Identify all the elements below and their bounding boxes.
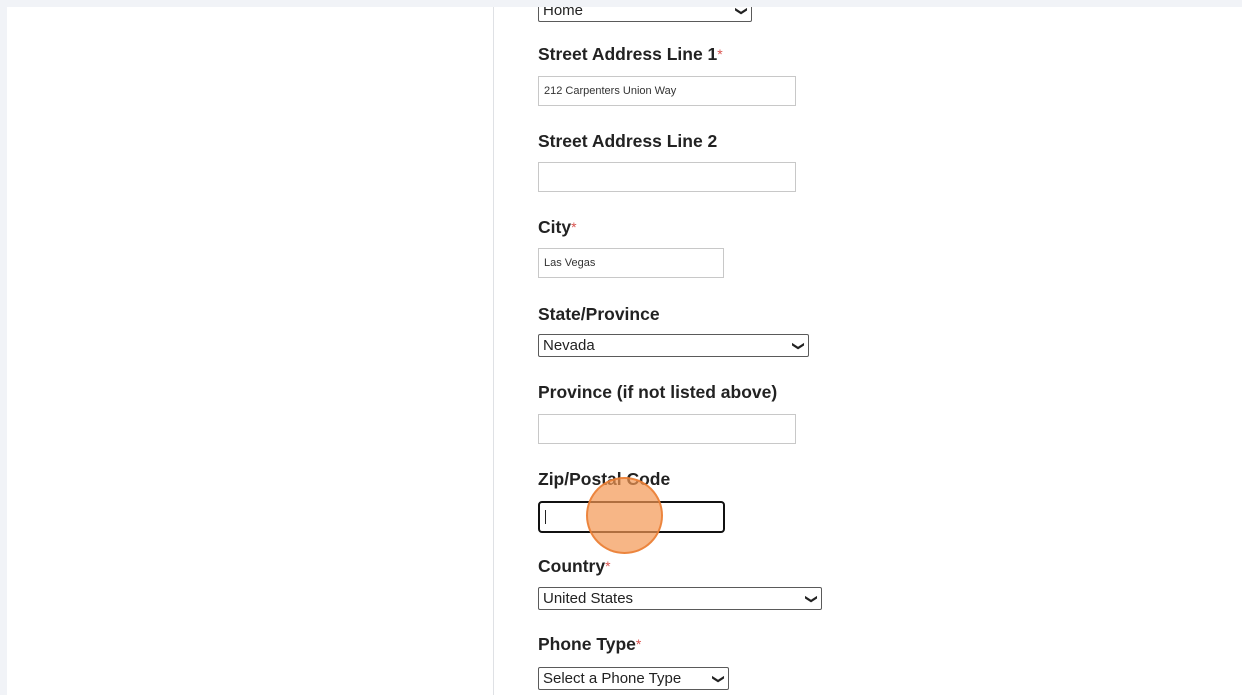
country-select[interactable]: United States ❯ — [538, 587, 822, 610]
required-mark: * — [717, 46, 723, 62]
chevron-down-icon: ❯ — [804, 593, 819, 605]
street2-label: Street Address Line 2 — [538, 131, 718, 151]
phone-type-label: Phone Type* — [538, 634, 642, 654]
province-other-label: Province (if not listed above) — [538, 382, 778, 402]
address-form: Home ❯ Street Address Line 1* 212 Carpen… — [494, 7, 1242, 695]
street2-input[interactable] — [538, 162, 796, 192]
chevron-down-icon: ❯ — [711, 673, 726, 685]
street1-label: Street Address Line 1* — [538, 44, 723, 64]
city-input[interactable]: Las Vegas — [538, 248, 724, 278]
required-mark: * — [605, 558, 611, 574]
address-type-select[interactable]: Home ❯ — [538, 7, 752, 22]
left-blank-panel — [7, 7, 493, 695]
state-select[interactable]: Nevada ❯ — [538, 334, 809, 357]
city-label: City* — [538, 217, 577, 237]
address-type-value: Home — [543, 7, 584, 19]
country-label: Country* — [538, 556, 611, 576]
click-indicator — [586, 477, 663, 554]
province-other-input[interactable] — [538, 414, 796, 444]
state-value: Nevada — [543, 337, 595, 354]
street1-value: 212 Carpenters Union Way — [544, 85, 677, 97]
required-mark: * — [635, 636, 642, 652]
city-value: Las Vegas — [544, 257, 596, 269]
required-mark: * — [571, 219, 577, 235]
phone-type-value: Select a Phone Type — [543, 670, 682, 687]
chevron-down-icon: ❯ — [734, 7, 749, 17]
chevron-down-icon: ❯ — [791, 340, 806, 352]
state-label: State/Province — [538, 304, 660, 324]
country-value: United States — [543, 590, 634, 607]
street1-input[interactable]: 212 Carpenters Union Way — [538, 76, 796, 106]
text-caret — [545, 510, 546, 525]
phone-type-select[interactable]: Select a Phone Type ❯ — [538, 667, 729, 690]
